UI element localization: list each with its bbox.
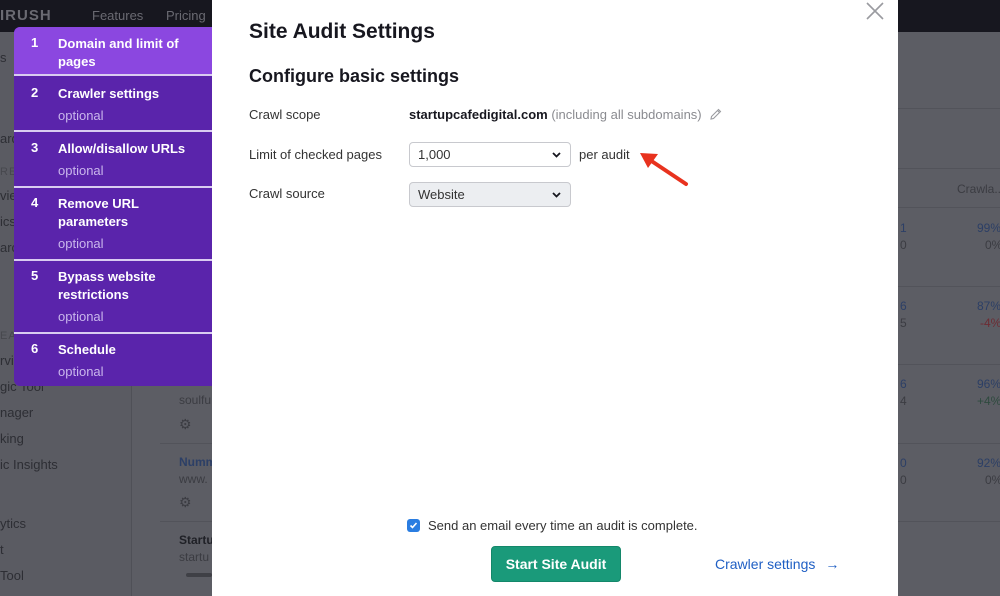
sidebar-item[interactable]: king: [0, 431, 24, 446]
email-checkbox-label[interactable]: Send an email every time an audit is com…: [428, 518, 698, 533]
crawl-scope-domain: startupcafedigital.com: [409, 107, 548, 122]
crawl-source-value: Website: [418, 187, 465, 202]
project-value: 0: [900, 456, 907, 470]
step-optional-label: optional: [58, 163, 104, 178]
project-crawlability: 99%: [977, 221, 1000, 235]
email-notification-option: Send an email every time an audit is com…: [407, 518, 698, 533]
project-delta: +4%: [977, 394, 1000, 408]
crawler-settings-label: Crawler settings: [715, 556, 816, 572]
sidebar-item[interactable]: ic Insights: [0, 457, 58, 472]
project-crawlability: 96%: [977, 377, 1000, 391]
step-3[interactable]: 3 Allow/disallow URLs optional: [14, 132, 212, 186]
limit-pages-value: 1,000: [418, 147, 451, 162]
step-number: 6: [31, 341, 39, 356]
project-value: 6: [900, 377, 907, 391]
project-name[interactable]: Startu: [179, 533, 214, 547]
step-number: 4: [31, 195, 39, 210]
crawler-settings-link[interactable]: Crawler settings →: [715, 556, 839, 572]
sidebar-item[interactable]: nager: [0, 405, 33, 420]
sidebar-item[interactable]: rvi: [0, 353, 14, 368]
sidebar-item[interactable]: ytics: [0, 516, 26, 531]
annotation-arrow-icon: [640, 153, 688, 186]
project-delta: -4%: [980, 316, 1000, 330]
arrow-right-icon: →: [825, 556, 840, 572]
close-icon: [866, 2, 884, 20]
app-logo: IRUSH: [0, 7, 52, 24]
gear-icon[interactable]: ⚙: [179, 417, 193, 431]
step-2[interactable]: 2 Crawler settings optional: [14, 76, 212, 130]
step-number: 2: [31, 85, 39, 100]
step-6[interactable]: 6 Schedule optional: [14, 334, 212, 386]
crawl-scope-label: Crawl scope: [249, 107, 321, 122]
project-value: 6: [900, 299, 907, 313]
site-audit-settings-modal: Site Audit Settings Configure basic sett…: [212, 0, 898, 596]
step-4[interactable]: 4 Remove URL parameters optional: [14, 188, 212, 259]
pencil-edit-icon[interactable]: [709, 107, 723, 124]
step-number: 3: [31, 140, 39, 155]
per-audit-label: per audit: [579, 147, 630, 162]
step-title: Crawler settings: [58, 86, 160, 101]
project-value: 1: [900, 221, 907, 235]
step-1[interactable]: 1 Domain and limit of pages: [14, 27, 212, 74]
step-title: Remove URL parameters: [58, 196, 139, 229]
step-title: Bypass website restrictions: [58, 269, 156, 302]
step-optional-label: optional: [58, 108, 104, 123]
sidebar-item[interactable]: s: [0, 50, 7, 65]
project-value: 0: [900, 473, 907, 487]
step-number: 1: [31, 35, 39, 50]
sidebar-item[interactable]: Tool: [0, 568, 24, 583]
project-delta: 0%: [985, 238, 1000, 252]
step-title: Domain and limit of pages: [58, 36, 179, 69]
crawl-source-label: Crawl source: [249, 186, 325, 201]
project-delta: 0%: [985, 473, 1000, 487]
project-name-link[interactable]: Numm: [179, 455, 216, 469]
step-5[interactable]: 5 Bypass website restrictions optional: [14, 261, 212, 332]
limit-pages-select[interactable]: 1,000: [409, 142, 571, 167]
project-crawlability: 92%: [977, 456, 1000, 470]
checkmark-icon: [409, 522, 418, 529]
project-value: 4: [900, 394, 907, 408]
table-header-crawlability[interactable]: Crawla...: [957, 182, 1000, 196]
project-value: 0: [900, 238, 907, 252]
crawl-scope-note: (including all subdomains): [551, 107, 702, 122]
nav-pricing[interactable]: Pricing: [166, 8, 206, 23]
step-title: Allow/disallow URLs: [58, 141, 186, 156]
sidebar-item[interactable]: t: [0, 542, 4, 557]
gear-icon[interactable]: ⚙: [179, 495, 193, 509]
project-domain: www.: [179, 472, 208, 486]
start-site-audit-button[interactable]: Start Site Audit: [491, 546, 621, 582]
project-domain: soulfu: [179, 393, 212, 407]
chevron-down-icon: [552, 192, 561, 198]
chevron-down-icon: [552, 152, 561, 158]
email-checkbox[interactable]: [407, 519, 420, 532]
step-optional-label: optional: [58, 364, 104, 379]
close-button[interactable]: [864, 0, 886, 22]
crawl-scope-value: startupcafedigital.com (including all su…: [409, 107, 723, 124]
progress-bar: [186, 573, 212, 577]
limit-label: Limit of checked pages: [249, 147, 382, 162]
nav-features[interactable]: Features: [92, 8, 143, 23]
step-number: 5: [31, 268, 39, 283]
step-optional-label: optional: [58, 236, 104, 251]
steps-panel: 1 Domain and limit of pages 2 Crawler se…: [14, 27, 212, 386]
project-value: 5: [900, 316, 907, 330]
modal-title: Site Audit Settings: [249, 20, 435, 43]
step-title: Schedule: [58, 342, 116, 357]
project-domain: startu: [179, 550, 210, 564]
crawl-source-select[interactable]: Website: [409, 182, 571, 207]
project-crawlability: 87%: [977, 299, 1000, 313]
section-title: Configure basic settings: [249, 66, 460, 86]
step-optional-label: optional: [58, 309, 104, 324]
